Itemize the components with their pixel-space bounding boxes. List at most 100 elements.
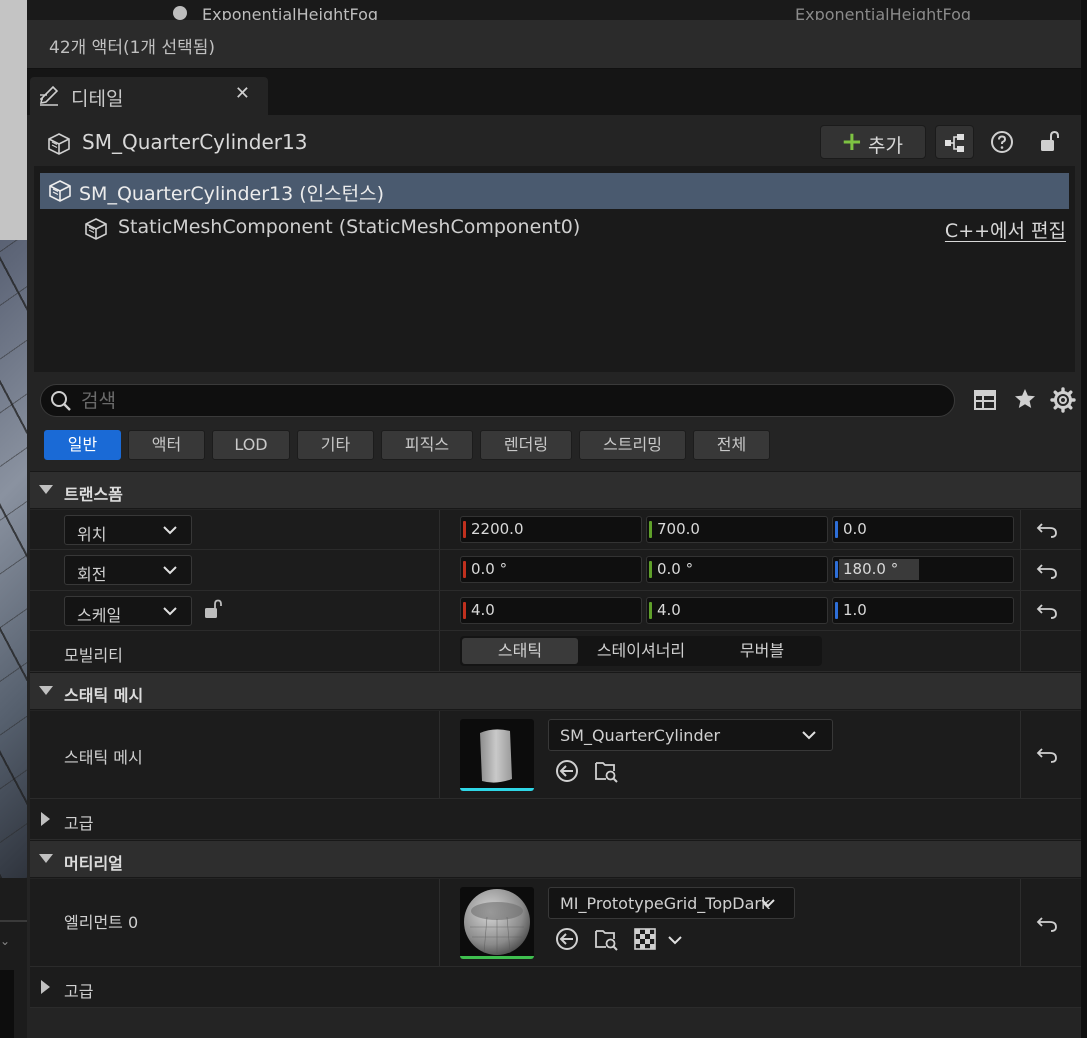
- left-panel-edge: ⌄: [0, 878, 27, 1038]
- reset-icon[interactable]: [1036, 563, 1058, 579]
- help-icon[interactable]: [990, 130, 1014, 154]
- property-row-rotation: 회전 0.0 ° 0.0 ° 180.0 °: [30, 550, 1081, 591]
- chevron-down-icon[interactable]: [668, 935, 682, 945]
- static-mesh-asset-combo[interactable]: SM_QuarterCylinder: [548, 719, 833, 751]
- rotation-x-field[interactable]: 0.0 °: [460, 556, 642, 583]
- scale-x-value: 4.0: [471, 601, 495, 619]
- static-mesh-label: 스태틱 메시: [64, 748, 143, 767]
- search-icon: [51, 391, 71, 411]
- details-panel: SM_QuarterCylinder13 + 추가 SM_QuarterCyli…: [27, 115, 1081, 1038]
- rotation-y-field[interactable]: 0.0 °: [646, 556, 828, 583]
- table-icon[interactable]: [973, 388, 997, 412]
- search-box[interactable]: [40, 384, 955, 417]
- section-transform[interactable]: 트랜스폼: [30, 471, 1081, 509]
- tab-details[interactable]: 디테일 ✕: [30, 77, 268, 115]
- search-input[interactable]: [81, 387, 941, 415]
- mesh-preview: [480, 729, 512, 783]
- actor-count-text: 42개 액터(1개 선택됨): [49, 38, 215, 58]
- filter-streaming[interactable]: 스트리밍: [579, 430, 686, 460]
- collapse-arrow-icon: [39, 485, 53, 494]
- chevron-down-icon[interactable]: ⌄: [0, 934, 10, 948]
- checker-icon[interactable]: [634, 928, 656, 950]
- find-in-browser-icon[interactable]: [594, 759, 618, 783]
- scale-mode-combo[interactable]: 스케일: [64, 596, 192, 626]
- blueprint-icon: [945, 134, 964, 152]
- rotation-x-value: 0.0 °: [471, 560, 508, 578]
- chevron-down-icon: [802, 731, 816, 740]
- lock-icon[interactable]: [1039, 130, 1061, 154]
- scale-label: 스케일: [77, 606, 122, 625]
- rotation-mode-combo[interactable]: 회전: [64, 555, 192, 585]
- advanced-label: 고급: [64, 982, 94, 1001]
- outliner-clipped-row: ExponentialHeightFog ExponentialHeightFo…: [27, 0, 1081, 20]
- rotation-z-value: 180.0 °: [843, 560, 899, 578]
- mobility-static-option[interactable]: 스태틱: [462, 638, 578, 664]
- filter-physics[interactable]: 피직스: [381, 430, 473, 460]
- rotation-z-field[interactable]: 180.0 °: [832, 556, 1014, 583]
- scale-y-value: 4.0: [657, 601, 681, 619]
- static-mesh-thumbnail[interactable]: [460, 719, 534, 791]
- filter-general[interactable]: 일반: [44, 430, 121, 460]
- chevron-down-icon: [163, 526, 177, 535]
- section-title: 스태틱 메시: [64, 686, 144, 705]
- outliner-status-bar: 42개 액터(1개 선택됨): [27, 20, 1081, 69]
- lock-icon[interactable]: [204, 599, 224, 621]
- filter-misc[interactable]: 기타: [297, 430, 374, 460]
- advanced-label: 고급: [64, 814, 94, 833]
- reset-icon[interactable]: [1036, 522, 1058, 538]
- reset-icon[interactable]: [1036, 603, 1058, 619]
- viewport-sky: [0, 0, 27, 240]
- section-static-mesh[interactable]: 스태틱 메시: [30, 672, 1081, 710]
- filter-rendering[interactable]: 렌더링: [480, 430, 572, 460]
- tree-item-actor[interactable]: SM_QuarterCylinder13 (인스턴스): [40, 173, 1069, 209]
- section-materials[interactable]: 머티리얼: [30, 840, 1081, 878]
- gear-icon[interactable]: [1050, 387, 1076, 413]
- tree-item-component-label: StaticMeshComponent (StaticMeshComponent…: [118, 216, 581, 238]
- property-row-mobility: 모빌리티 스태틱 스테이셔너리 무버블: [30, 631, 1081, 672]
- mobility-stationary-option[interactable]: 스테이셔너리: [580, 638, 702, 664]
- scale-x-field[interactable]: 4.0: [460, 597, 642, 624]
- blueprint-button[interactable]: [935, 125, 974, 159]
- edit-in-cpp-link[interactable]: C++에서 편집: [945, 216, 1066, 243]
- filter-all[interactable]: 전체: [693, 430, 770, 460]
- location-x-field[interactable]: 2200.0: [460, 516, 642, 543]
- property-row-element-0: 엘리먼트 0 MI_PrototypeGrid_TopDark: [30, 879, 1081, 967]
- scale-y-field[interactable]: 4.0: [646, 597, 828, 624]
- location-z-field[interactable]: 0.0: [832, 516, 1014, 543]
- mobility-segmented-control: 스태틱 스테이셔너리 무버블: [460, 636, 822, 666]
- expand-arrow-icon: [41, 812, 50, 826]
- mobility-movable-option[interactable]: 무버블: [704, 638, 820, 664]
- component-tree: SM_QuarterCylinder13 (인스턴스) StaticMeshCo…: [34, 166, 1075, 372]
- location-mode-combo[interactable]: 위치: [64, 515, 192, 545]
- right-edge: [1081, 0, 1087, 1038]
- rotation-y-value: 0.0 °: [657, 560, 694, 578]
- collapse-arrow-icon: [39, 854, 53, 863]
- section-title: 머티리얼: [64, 854, 123, 873]
- plus-icon: +: [841, 127, 863, 157]
- browse-back-icon[interactable]: [555, 759, 579, 783]
- filter-lod[interactable]: LOD: [212, 430, 290, 460]
- find-in-browser-icon[interactable]: [594, 927, 618, 951]
- browse-back-icon[interactable]: [555, 927, 579, 951]
- element-0-label: 엘리먼트 0: [64, 913, 139, 932]
- material-thumbnail[interactable]: [460, 887, 534, 959]
- star-icon[interactable]: [1013, 387, 1037, 411]
- reset-icon[interactable]: [1036, 916, 1058, 932]
- scale-z-field[interactable]: 1.0: [832, 597, 1014, 624]
- reset-icon[interactable]: [1036, 747, 1058, 763]
- chevron-down-icon: [163, 566, 177, 575]
- close-icon[interactable]: ✕: [235, 83, 250, 104]
- add-component-button[interactable]: + 추가: [820, 125, 926, 159]
- material-asset-combo[interactable]: MI_PrototypeGrid_TopDark: [548, 887, 795, 919]
- property-row-static-mesh: 스태틱 메시 SM_QuarterCylinder: [30, 711, 1081, 799]
- materials-advanced-row[interactable]: 고급: [30, 967, 1081, 1008]
- location-y-field[interactable]: 700.0: [646, 516, 828, 543]
- viewport-strip[interactable]: [0, 0, 27, 878]
- filter-actor[interactable]: 액터: [128, 430, 205, 460]
- rotation-label: 회전: [77, 565, 107, 584]
- expand-arrow-icon: [41, 980, 50, 994]
- static-mesh-asset-name: SM_QuarterCylinder: [560, 726, 721, 745]
- material-preview: [464, 889, 530, 955]
- static-mesh-advanced-row[interactable]: 고급: [30, 799, 1081, 840]
- property-row-scale: 스케일 4.0 4.0 1.0: [30, 591, 1081, 631]
